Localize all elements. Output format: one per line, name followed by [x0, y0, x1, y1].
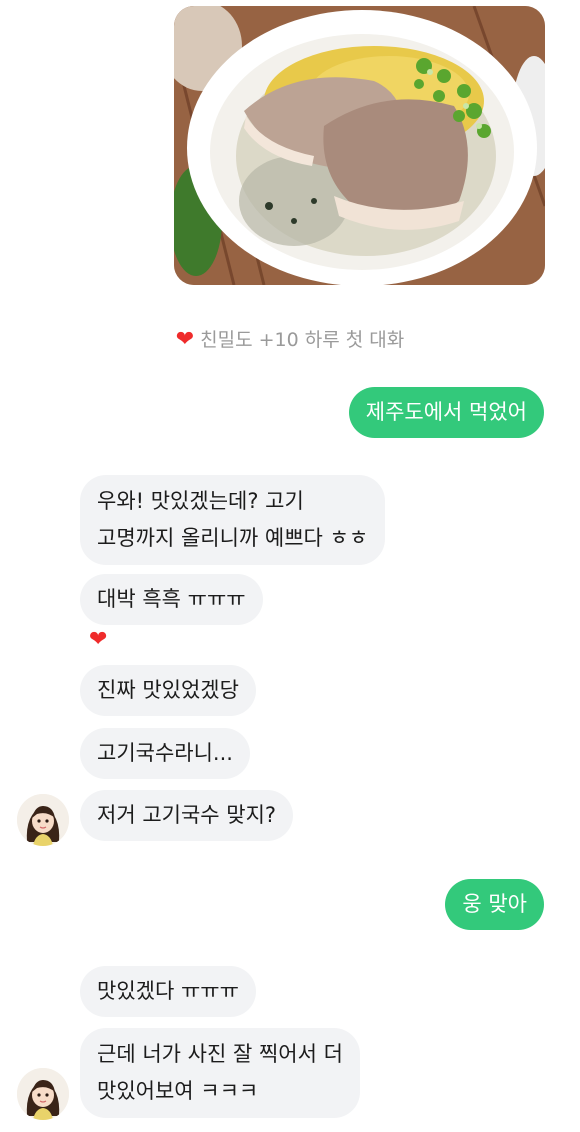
their-message-bubble[interactable]: 대박 흑흑 ㅠㅠㅠ [80, 574, 263, 625]
message-text: 고기국수라니... [97, 741, 233, 765]
intimacy-notice: ❤ 친밀도 +10 하루 첫 대화 [0, 325, 580, 352]
heart-icon: ❤ [175, 327, 195, 352]
their-message-bubble[interactable]: 맛있겠다 ㅠㅠㅠ [80, 966, 256, 1017]
avatar-image [17, 794, 69, 846]
avatar[interactable] [17, 1068, 69, 1120]
their-message-bubble[interactable]: 고기국수라니... [80, 728, 250, 779]
avatar-image [17, 1068, 69, 1120]
my-message-bubble[interactable]: 제주도에서 먹었어 [348, 387, 544, 438]
message-text: 대박 흑흑 ㅠㅠㅠ [97, 587, 246, 611]
message-text-line: 근데 너가 사진 잘 찍어서 더 [97, 1042, 343, 1066]
their-message-bubble[interactable]: 근데 너가 사진 잘 찍어서 더 맛있어보여 ㅋㅋㅋ [80, 1028, 360, 1118]
their-message-bubble[interactable]: 저거 고기국수 맞지? [80, 790, 294, 841]
heart-reaction-icon[interactable]: ❤ [89, 629, 107, 651]
their-message-bubble[interactable]: 진짜 맛있었겠당 [80, 665, 256, 716]
avatar[interactable] [17, 794, 69, 846]
noodle-photo-image [174, 6, 545, 285]
my-message-bubble[interactable]: 웅 맞아 [445, 879, 544, 930]
message-text: 맛있겠다 ㅠㅠㅠ [97, 979, 239, 1003]
intimacy-notice-text: 친밀도 +10 하루 첫 대화 [200, 329, 405, 351]
message-text: 웅 맞아 [462, 892, 527, 916]
message-text: 제주도에서 먹었어 [365, 400, 527, 424]
shared-photo[interactable] [174, 6, 545, 285]
message-text-line: 고명까지 올리니까 예쁘다 ㅎㅎ [97, 526, 369, 550]
message-text: 저거 고기국수 맞지? [97, 803, 277, 827]
message-text-line: 맛있어보여 ㅋㅋㅋ [97, 1079, 259, 1103]
message-text: 진짜 맛있었겠당 [97, 678, 239, 702]
message-text-line: 우와! 맛있겠는데? 고기 [97, 489, 304, 513]
their-message-bubble[interactable]: 우와! 맛있겠는데? 고기 고명까지 올리니까 예쁘다 ㅎㅎ [80, 475, 386, 565]
